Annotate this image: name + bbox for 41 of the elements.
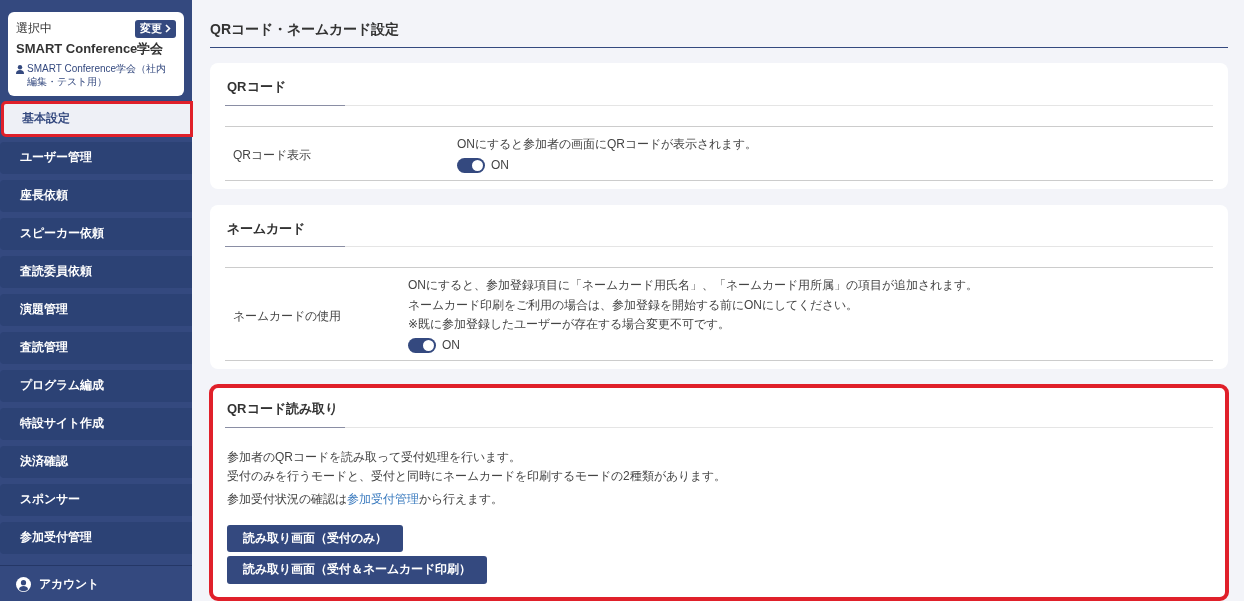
description-text: 参加者のQRコードを読み取って受付処理を行います。: [227, 448, 522, 466]
toggle-switch[interactable]: [457, 157, 485, 173]
sidebar-item[interactable]: 査読委員依頼: [0, 255, 192, 288]
toggle-label: ON: [491, 156, 509, 174]
sidebar-item[interactable]: ユーザー管理: [0, 141, 192, 174]
organization-subtitle: SMART Conference学会（社内編集・テスト用）: [27, 61, 168, 89]
sidebar-item[interactable]: 演題管理: [0, 293, 192, 326]
reader-button[interactable]: 読み取り画面（受付＆ネームカード印刷）: [227, 556, 487, 584]
section-title: QRコード: [227, 78, 286, 96]
reader-button[interactable]: 読み取り画面（受付のみ）: [227, 525, 403, 553]
sidebar-item[interactable]: 参加受付管理: [0, 521, 192, 554]
toggle-label: ON: [442, 336, 460, 354]
sidebar-item[interactable]: 査読管理: [0, 331, 192, 364]
toggle-switch[interactable]: [408, 338, 436, 354]
reception-link[interactable]: 参加受付管理: [347, 492, 419, 506]
chevron-icon: [165, 24, 171, 34]
section-title: ネームカード: [227, 219, 305, 238]
setting-description: ※既に参加登録したユーザーが存在する場合変更不可です。: [408, 315, 732, 333]
sidebar-item[interactable]: スポンサー: [0, 483, 192, 516]
description-text: 受付のみを行うモードと、受付と同時にネームカードを印刷するモードの2種類があります。: [227, 467, 727, 485]
sidebar-item[interactable]: プログラム編成: [0, 369, 192, 402]
sidebar-item[interactable]: 特設サイト作成: [0, 407, 192, 440]
change-button[interactable]: 変更: [135, 20, 176, 38]
note-text: 参加受付状況の確認は参加受付管理から行えます。: [227, 491, 504, 508]
setting-description: ONにすると参加者の画面にQRコードが表示されます。: [457, 135, 757, 153]
setting-label: ネームカードの使用: [233, 307, 341, 325]
account-menu[interactable]: アカウント: [0, 565, 192, 601]
setting-description: ONにすると、参加登録項目に「ネームカード用氏名」、「ネームカード用所属」の項目が追加されます。: [408, 277, 978, 295]
sidebar-item[interactable]: スピーカー依頼: [0, 217, 192, 250]
section-title: QRコード読み取り: [227, 400, 338, 419]
person-icon: [16, 64, 24, 74]
setting-label: QRコード表示: [233, 146, 311, 164]
organization-name: SMART Conference学会: [16, 40, 165, 58]
page-title: QRコード・ネームカード設定: [210, 16, 1228, 48]
sidebar-item[interactable]: 決済確認: [0, 445, 192, 478]
user-icon: [16, 576, 31, 592]
selected-label: 選択中: [16, 20, 52, 37]
setting-description: ネームカード印刷をご利用の場合は、参加登録を開始する前にONにしてください。: [408, 296, 859, 314]
sidebar-item[interactable]: 座長依頼: [0, 179, 192, 212]
sidebar-item[interactable]: 基本設定: [2, 101, 192, 136]
account-label: アカウント: [39, 576, 99, 593]
